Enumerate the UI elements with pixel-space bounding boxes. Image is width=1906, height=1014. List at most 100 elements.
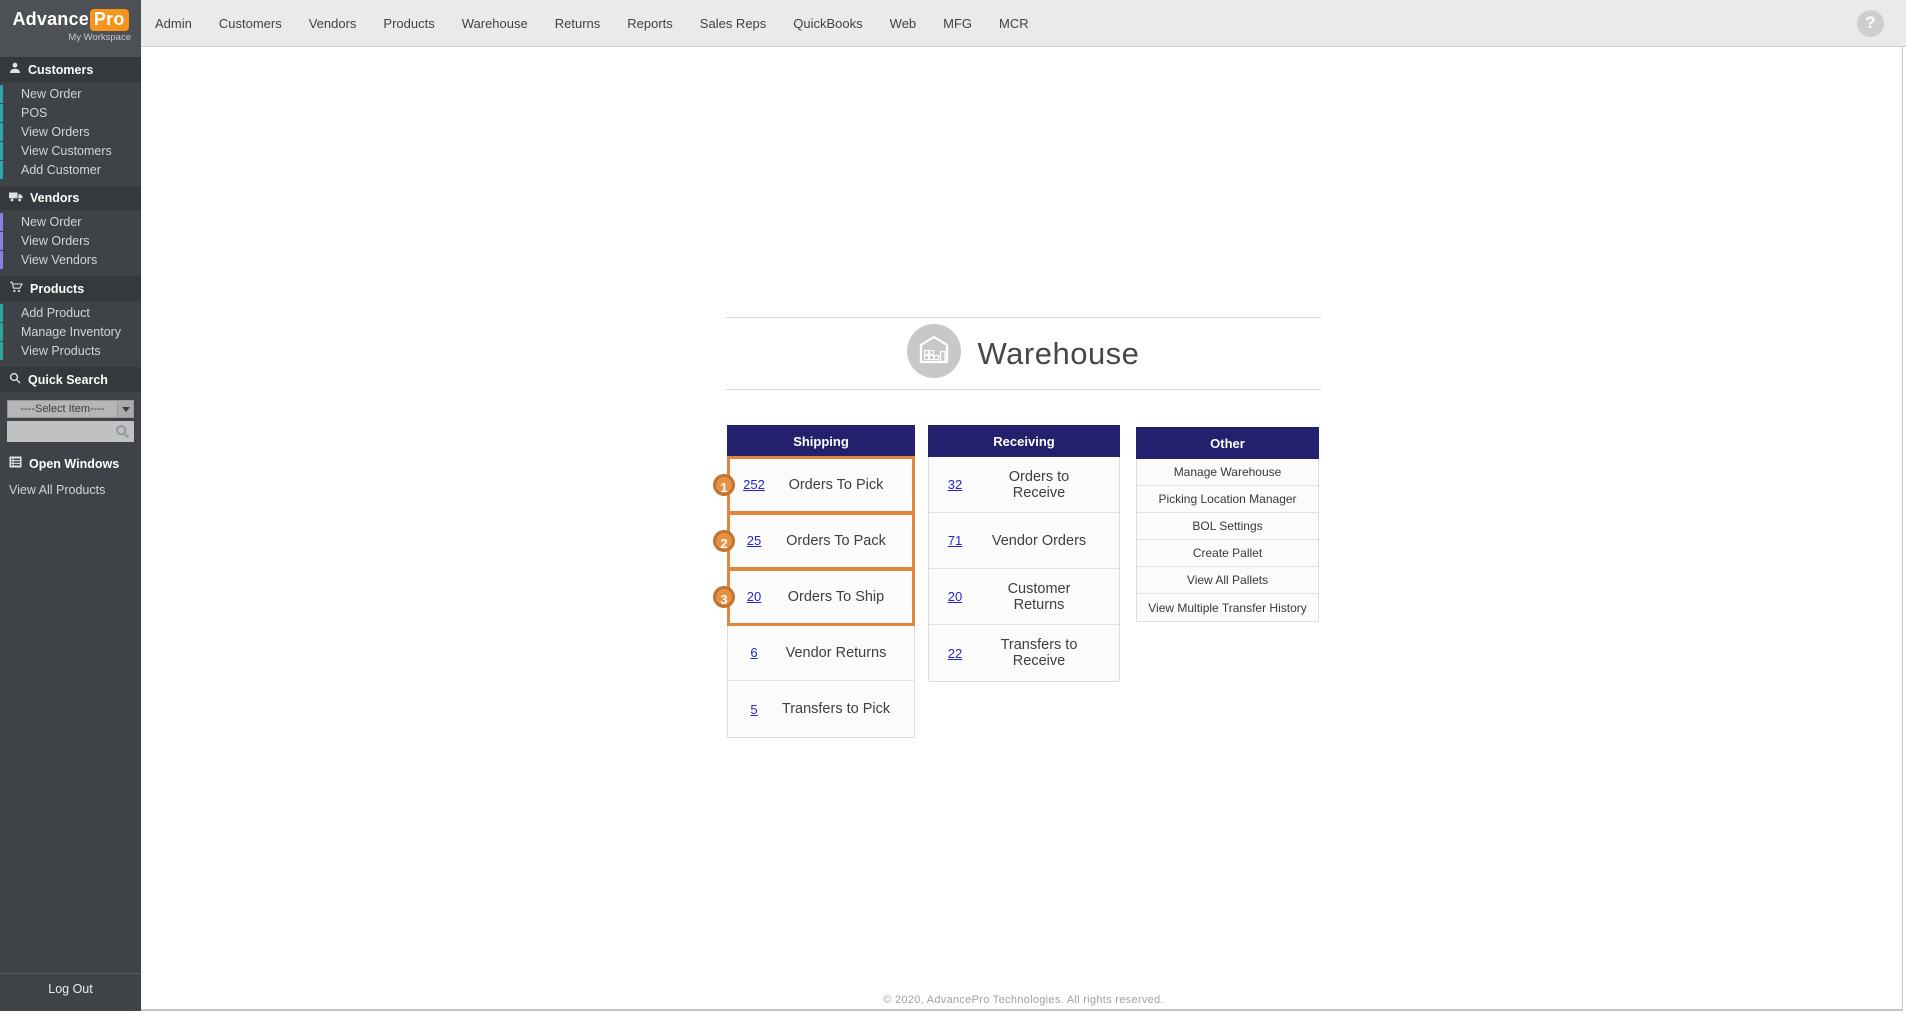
table-row-orders-to-receive: 32 Orders to Receive — [929, 457, 1119, 513]
vendor-returns-count-link[interactable]: 6 — [728, 645, 780, 660]
receiving-table: Receiving 32 Orders to Receive 71 Vendor… — [928, 425, 1120, 682]
cart-icon — [9, 281, 23, 296]
table-row-customer-returns: 20 Customer Returns — [929, 569, 1119, 625]
row-label: Customer Returns — [981, 581, 1119, 613]
sidebar-item-view-vendors[interactable]: View Vendors — [0, 251, 141, 269]
help-icon[interactable]: ? — [1857, 10, 1884, 37]
row-label: Vendor Returns — [780, 645, 914, 661]
sidebar-item-view-customers[interactable]: View Customers — [0, 142, 141, 160]
open-windows-icon — [9, 456, 22, 471]
nav-returns[interactable]: Returns — [555, 16, 601, 31]
page-title: Warehouse — [978, 336, 1140, 372]
page-header: Warehouse — [725, 317, 1321, 390]
sidebar-section-title: Customers — [28, 63, 93, 77]
nav-vendors[interactable]: Vendors — [309, 16, 357, 31]
nav-warehouse[interactable]: Warehouse — [462, 16, 528, 31]
sidebar-section-title: Quick Search — [28, 373, 108, 387]
table-row-transfers-to-pick: 5 Transfers to Pick — [728, 681, 914, 737]
orders-to-receive-count-link[interactable]: 32 — [929, 477, 981, 492]
sidebar-section-customers: Customers — [0, 57, 141, 82]
products-menu: Add Product Manage Inventory View Produc… — [0, 304, 141, 360]
nav-customers[interactable]: Customers — [219, 16, 282, 31]
sidebar-section-open-windows: Open Windows — [0, 451, 141, 476]
table-row-transfers-to-receive: 22 Transfers to Receive — [929, 625, 1119, 681]
logout-button[interactable]: Log Out — [0, 973, 141, 1011]
nav-products[interactable]: Products — [383, 16, 434, 31]
other-table-header: Other — [1136, 427, 1319, 459]
nav-sales-reps[interactable]: Sales Reps — [700, 16, 766, 31]
transfers-to-pick-count-link[interactable]: 5 — [728, 702, 780, 717]
sidebar-item-vendor-view-orders[interactable]: View Orders — [0, 232, 141, 250]
warehouse-icon — [907, 324, 961, 383]
sidebar-item-vendor-new-order[interactable]: New Order — [0, 213, 141, 231]
other-link-picking-location-manager[interactable]: Picking Location Manager — [1137, 486, 1318, 513]
sidebar-item-pos[interactable]: POS — [0, 104, 141, 122]
truck-icon — [9, 191, 23, 205]
sidebar-item-view-orders[interactable]: View Orders — [0, 123, 141, 141]
transfers-to-receive-count-link[interactable]: 22 — [929, 646, 981, 661]
sidebar-section-title: Vendors — [30, 191, 79, 205]
table-row-orders-to-pick: 1 252 Orders To Pick — [728, 457, 914, 513]
table-row-vendor-orders: 71 Vendor Orders — [929, 513, 1119, 569]
shipping-table: Shipping 1 252 Orders To Pick 2 25 Order… — [727, 425, 915, 738]
nav-mcr[interactable]: MCR — [999, 16, 1029, 31]
annotation-badge-1: 1 — [713, 474, 735, 496]
row-label: Transfers to Pick — [780, 701, 914, 717]
nav-admin[interactable]: Admin — [155, 16, 192, 31]
sidebar-item-add-customer[interactable]: Add Customer — [0, 161, 141, 179]
row-label: Orders To Ship — [780, 589, 914, 605]
other-link-create-pallet[interactable]: Create Pallet — [1137, 540, 1318, 567]
customer-returns-count-link[interactable]: 20 — [929, 589, 981, 604]
other-link-bol-settings[interactable]: BOL Settings — [1137, 513, 1318, 540]
other-link-view-all-pallets[interactable]: View All Pallets — [1137, 567, 1318, 594]
row-label: Orders to Receive — [981, 469, 1119, 501]
receiving-table-header: Receiving — [928, 425, 1120, 457]
other-table: Other Manage Warehouse Picking Location … — [1136, 427, 1319, 622]
other-link-view-multiple-transfer-history[interactable]: View Multiple Transfer History — [1137, 594, 1318, 621]
top-nav-bar: Admin Customers Vendors Products Warehou… — [0, 0, 1906, 47]
sidebar-item-view-products[interactable]: View Products — [0, 342, 141, 360]
sidebar-item-add-product[interactable]: Add Product — [0, 304, 141, 322]
sidebar-section-vendors: Vendors — [0, 186, 141, 210]
main-content: Warehouse Shipping 1 252 Orders To Pick … — [141, 47, 1906, 1014]
open-window-view-all-products[interactable]: View All Products — [0, 476, 141, 500]
orders-to-pack-count-link[interactable]: 25 — [728, 533, 780, 548]
other-table-body: Manage Warehouse Picking Location Manage… — [1136, 459, 1319, 622]
vendors-menu: New Order View Orders View Vendors — [0, 213, 141, 269]
advancepro-workspace: Admin Customers Vendors Products Warehou… — [0, 0, 1906, 1014]
quick-search-box — [7, 421, 134, 442]
window-border-right — [1902, 0, 1903, 1011]
row-label: Orders To Pick — [780, 477, 914, 493]
sidebar: Customers New Order POS View Orders View… — [0, 57, 141, 1011]
orders-to-ship-count-link[interactable]: 20 — [728, 589, 780, 604]
customers-menu: New Order POS View Orders View Customers… — [0, 85, 141, 179]
table-row-orders-to-ship: 3 20 Orders To Ship — [728, 569, 914, 625]
search-icon — [9, 372, 21, 387]
row-label: Vendor Orders — [981, 533, 1119, 549]
nav-mfg[interactable]: MFG — [943, 16, 972, 31]
annotation-badge-2: 2 — [713, 530, 735, 552]
sidebar-section-title: Products — [30, 282, 84, 296]
search-icon[interactable] — [115, 424, 130, 444]
sidebar-section-products: Products — [0, 276, 141, 301]
orders-to-pick-count-link[interactable]: 252 — [728, 477, 780, 492]
window-border-bottom — [0, 1009, 1903, 1011]
sidebar-item-new-order[interactable]: New Order — [0, 85, 141, 103]
nav-quickbooks[interactable]: QuickBooks — [793, 16, 862, 31]
logo-tagline: My Workspace — [0, 32, 141, 43]
table-row-orders-to-pack: 2 25 Orders To Pack — [728, 513, 914, 569]
logo-brand: Advance — [12, 9, 88, 29]
shipping-table-header: Shipping — [727, 425, 915, 457]
logo-wordmark: AdvancePro — [0, 9, 141, 31]
row-label: Transfers to Receive — [981, 637, 1119, 669]
other-link-manage-warehouse[interactable]: Manage Warehouse — [1137, 459, 1318, 486]
chevron-down-icon[interactable] — [117, 401, 133, 417]
nav-reports[interactable]: Reports — [627, 16, 673, 31]
quick-search-item-select[interactable]: ----Select Item---- — [7, 400, 134, 418]
nav-web[interactable]: Web — [890, 16, 917, 31]
sidebar-section-title: Open Windows — [29, 457, 119, 471]
vendor-orders-count-link[interactable]: 71 — [929, 533, 981, 548]
receiving-table-body: 32 Orders to Receive 71 Vendor Orders 20… — [928, 457, 1120, 682]
sidebar-item-manage-inventory[interactable]: Manage Inventory — [0, 323, 141, 341]
selected-item-label: ----Select Item---- — [8, 401, 117, 417]
